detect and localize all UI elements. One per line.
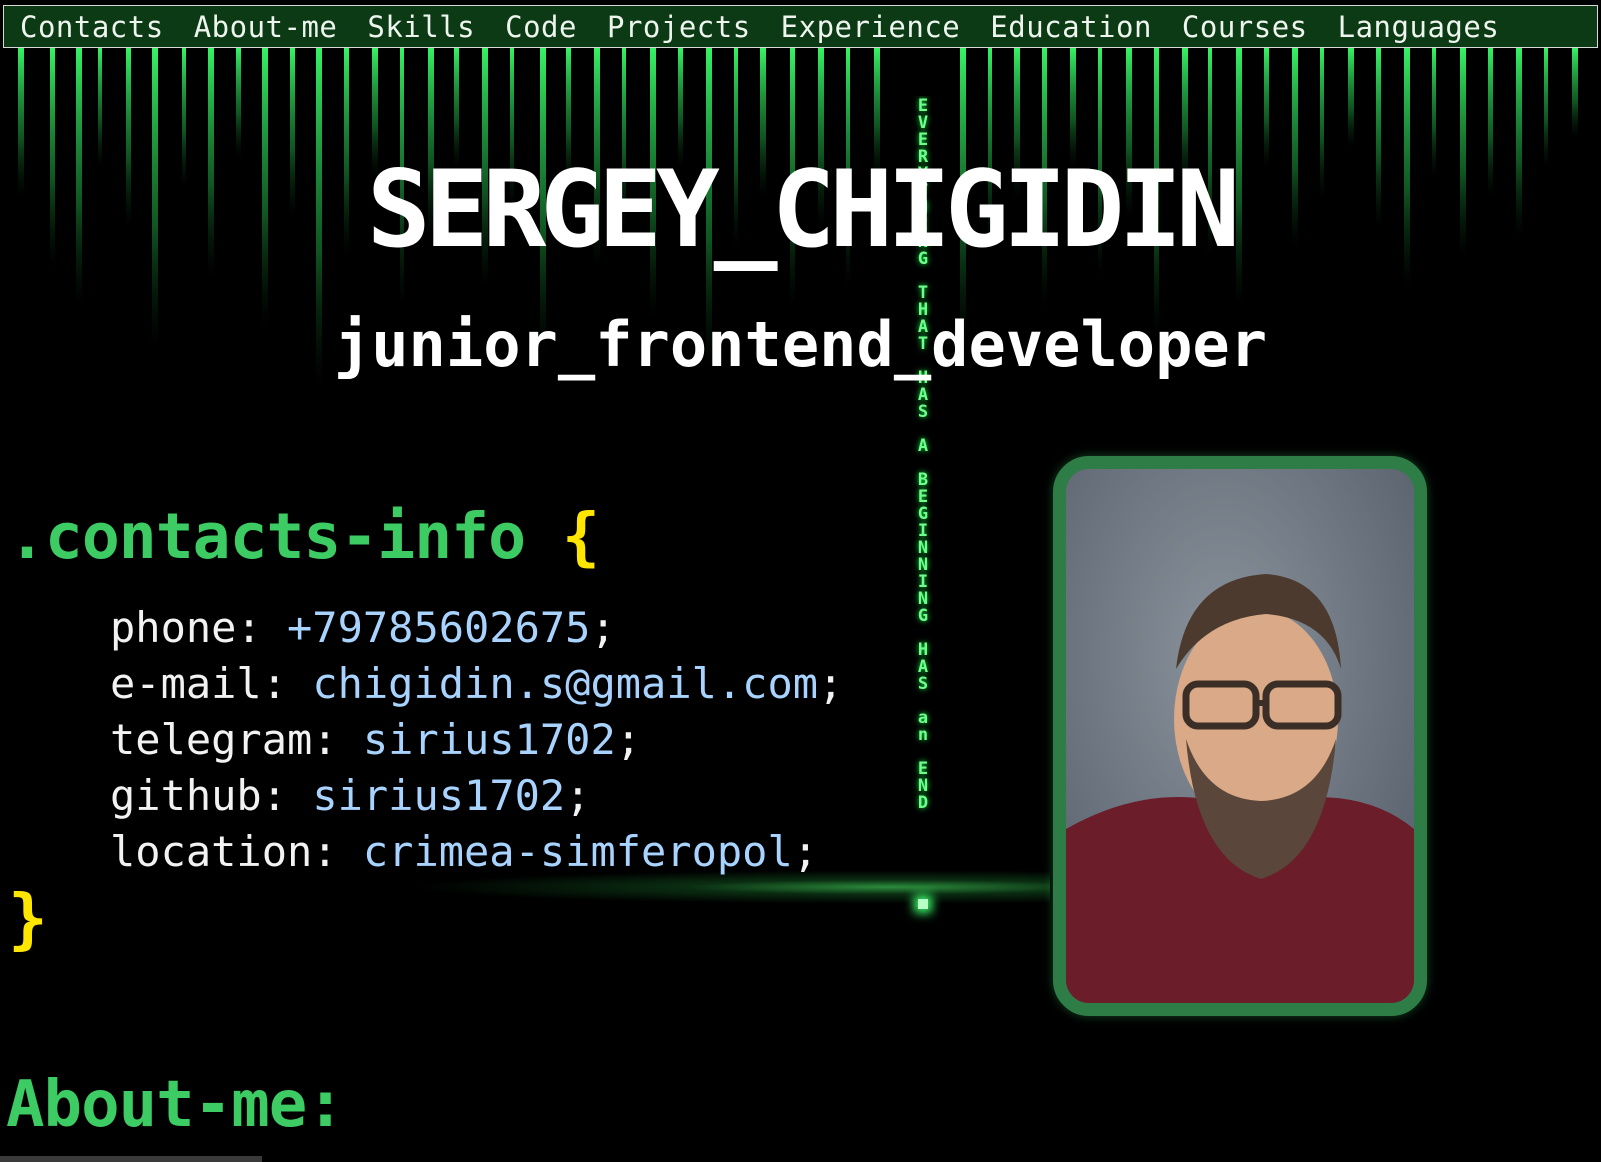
contact-key: location: <box>110 827 338 876</box>
horizontal-scrollbar[interactable] <box>0 1156 262 1162</box>
contact-email: e-mail: chigidin.s@gmail.com; <box>110 656 843 712</box>
contact-key: telegram: <box>110 715 338 764</box>
job-title: junior_frontend_developer <box>333 308 1268 381</box>
contact-github: github: sirius1702; <box>110 768 843 824</box>
contacts-selector-text: .contacts-info <box>8 500 526 573</box>
close-brace: } <box>8 880 48 957</box>
semicolon: ; <box>818 659 844 708</box>
semicolon: ; <box>615 715 642 764</box>
page-title-name: SERGEY_CHIGIDIN <box>366 148 1240 271</box>
glow-dot <box>918 899 928 909</box>
contact-key: e-mail: <box>110 659 288 708</box>
profile-photo <box>1053 456 1427 1016</box>
contacts-selector: .contacts-info { <box>8 500 600 573</box>
about-me-heading: About-me: <box>6 1068 345 1142</box>
nav-code[interactable]: Code <box>505 10 577 44</box>
contacts-list: phone: +79785602675; e-mail: chigidin.s@… <box>110 600 843 880</box>
contact-phone: phone: +79785602675; <box>110 600 843 656</box>
page: EVERYTHING THAT HAS A BEGINNING HAS an E… <box>0 0 1601 1162</box>
open-brace: { <box>561 500 600 573</box>
github-link[interactable]: sirius1702 <box>312 771 565 820</box>
nav-contacts[interactable]: Contacts <box>20 10 164 44</box>
location-value: crimea-simferopol <box>362 827 793 876</box>
semicolon: ; <box>792 827 819 876</box>
nav-education[interactable]: Education <box>990 10 1152 44</box>
telegram-link[interactable]: sirius1702 <box>363 715 616 764</box>
nav-projects[interactable]: Projects <box>607 10 751 44</box>
top-navigation: Contacts About-me Skills Code Projects E… <box>3 5 1598 48</box>
semicolon: ; <box>590 603 616 652</box>
contact-location: location: crimea-simferopol; <box>110 824 843 880</box>
nav-skills[interactable]: Skills <box>367 10 475 44</box>
nav-courses[interactable]: Courses <box>1182 10 1308 44</box>
nav-languages[interactable]: Languages <box>1338 10 1500 44</box>
portrait-illustration <box>1066 469 1414 1003</box>
semicolon: ; <box>565 771 591 820</box>
contact-telegram: telegram: sirius1702; <box>110 712 843 768</box>
email-link[interactable]: chigidin.s@gmail.com <box>312 659 818 708</box>
nav-about-me[interactable]: About-me <box>194 10 338 44</box>
phone-value[interactable]: +79785602675 <box>287 603 590 652</box>
contact-key: phone: <box>110 603 262 652</box>
nav-experience[interactable]: Experience <box>781 10 961 44</box>
contact-key: github: <box>110 771 288 820</box>
